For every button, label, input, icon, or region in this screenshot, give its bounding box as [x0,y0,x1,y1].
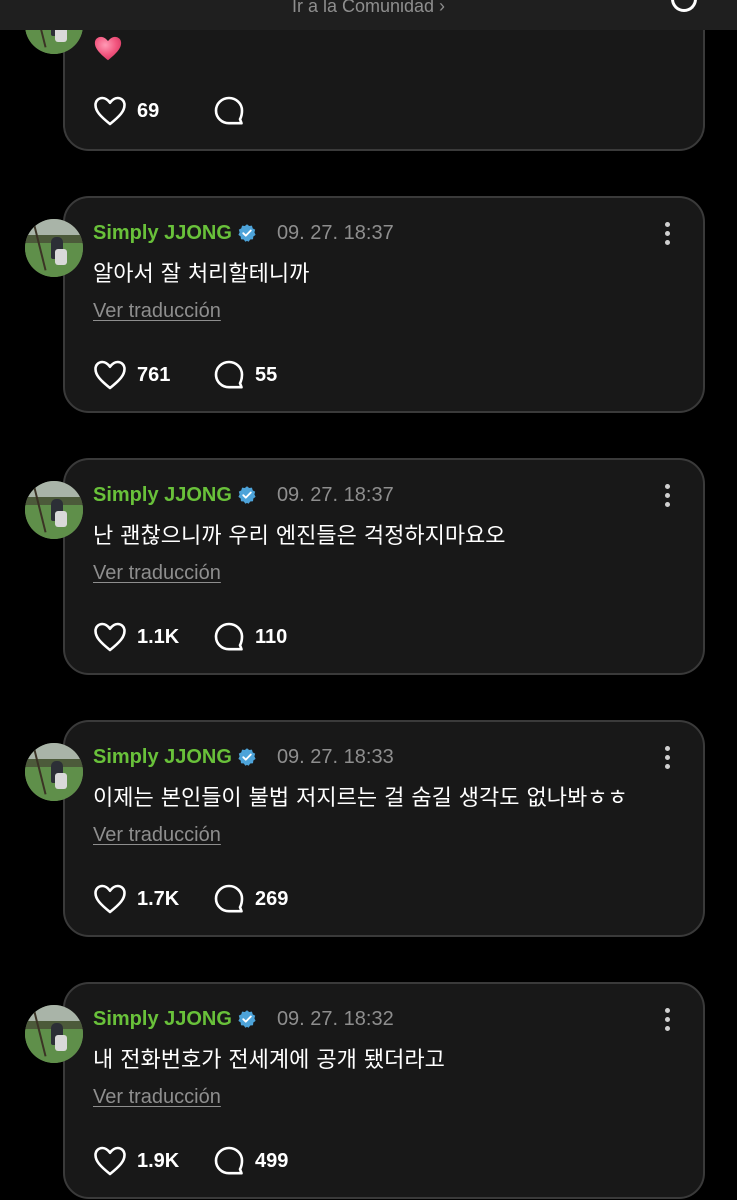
post-header: Simply JJONG 09. 27. 18:37 [93,218,394,248]
timestamp: 09. 27. 18:37 [276,221,394,244]
post-header: Simply JJONG 09. 27. 18:32 [93,1004,394,1034]
comment-count: 55 [255,363,278,386]
verified-badge-icon [238,486,256,504]
post-card: Simply JJONG 09. 27. 18:37 난 괜찮으니까 우리 엔진… [63,458,705,675]
like-button[interactable]: 69 [93,95,181,127]
more-options-icon[interactable] [655,222,679,248]
heart-icon [94,1146,126,1176]
verified-badge-icon [238,748,256,766]
translate-link[interactable]: Ver traducción [93,300,221,323]
like-count: 1.7K [137,887,180,910]
verified-badge-icon [238,1010,256,1028]
timestamp: 09. 27. 18:32 [276,1007,394,1030]
post-text: 알아서 잘 처리할테니까 [93,262,310,287]
more-options-icon[interactable] [655,484,679,510]
avatar[interactable] [25,743,83,801]
avatar[interactable] [25,1005,83,1063]
comment-count: 499 [255,1149,289,1172]
like-button[interactable]: 1.7K [93,883,181,915]
comment-icon [214,360,244,389]
post-actions: 1.7K 269 [93,882,299,916]
heart-icon [94,96,126,126]
top-bar: Ir a la Comunidad › [0,0,737,30]
avatar[interactable] [25,219,83,277]
comment-button[interactable]: 269 [213,883,299,915]
post-actions: 69 [93,94,299,128]
heart-icon [94,622,126,652]
comment-icon [214,884,244,913]
comment-icon [214,1146,244,1175]
avatar[interactable] [25,481,83,539]
post-text: 난 괜찮으니까 우리 엔진들은 걱정하지마요오 [93,524,506,549]
post-card: Simply JJONG 09. 27. 18:37 알아서 잘 처리할테니까 … [63,196,705,413]
translate-link[interactable]: Ver traducción [93,1086,221,1109]
like-count: 1.1K [137,625,180,648]
post-card: Simply JJONG 09. 27. 18:32 내 전화번호가 전세계에 … [63,982,705,1199]
like-button[interactable]: 1.1K [93,621,181,653]
post-text: 내 전화번호가 전세계에 공개 됐더라고 [93,1048,445,1073]
community-link[interactable]: Ir a la Comunidad › [0,0,737,17]
post-header: Simply JJONG 09. 27. 18:33 [93,742,394,772]
comment-button[interactable] [213,95,299,127]
like-count: 1.9K [137,1149,180,1172]
username[interactable]: Simply JJONG [93,222,232,245]
post-actions: 1.9K 499 [93,1144,299,1178]
like-button[interactable]: 1.9K [93,1145,181,1177]
comment-button[interactable]: 499 [213,1145,299,1177]
post-text: 이제는 본인들이 불법 저지르는 걸 숨길 생각도 없나봐ㅎㅎ [93,786,628,811]
post-header: Simply JJONG 09. 27. 18:37 [93,480,394,510]
comment-button[interactable]: 55 [213,359,299,391]
username[interactable]: Simply JJONG [93,484,232,507]
comment-count: 269 [255,887,289,910]
timestamp: 09. 27. 18:37 [276,483,394,506]
heart-icon [94,360,126,390]
timestamp: 09. 27. 18:33 [276,745,394,768]
username[interactable]: Simply JJONG [93,1008,232,1031]
translate-link[interactable]: Ver traducción [93,562,221,585]
more-options-icon[interactable] [655,746,679,772]
post-actions: 761 55 [93,358,299,392]
post-card: Simply JJONG 09. 27. 18:33 이제는 본인들이 불법 저… [63,720,705,937]
heart-icon [94,884,126,914]
like-button[interactable]: 761 [93,359,181,391]
comment-count: 110 [255,625,288,648]
comment-button[interactable]: 110 [213,621,299,653]
comment-icon [214,96,244,125]
comment-icon [214,622,244,651]
post-actions: 1.1K 110 [93,620,299,654]
translate-link[interactable]: Ver traducción [93,824,221,847]
like-count: 69 [137,99,160,122]
more-options-icon[interactable] [655,1008,679,1034]
like-count: 761 [137,363,171,386]
verified-badge-icon [238,224,256,242]
heart-emoji-icon [94,36,122,61]
username[interactable]: Simply JJONG [93,746,232,769]
